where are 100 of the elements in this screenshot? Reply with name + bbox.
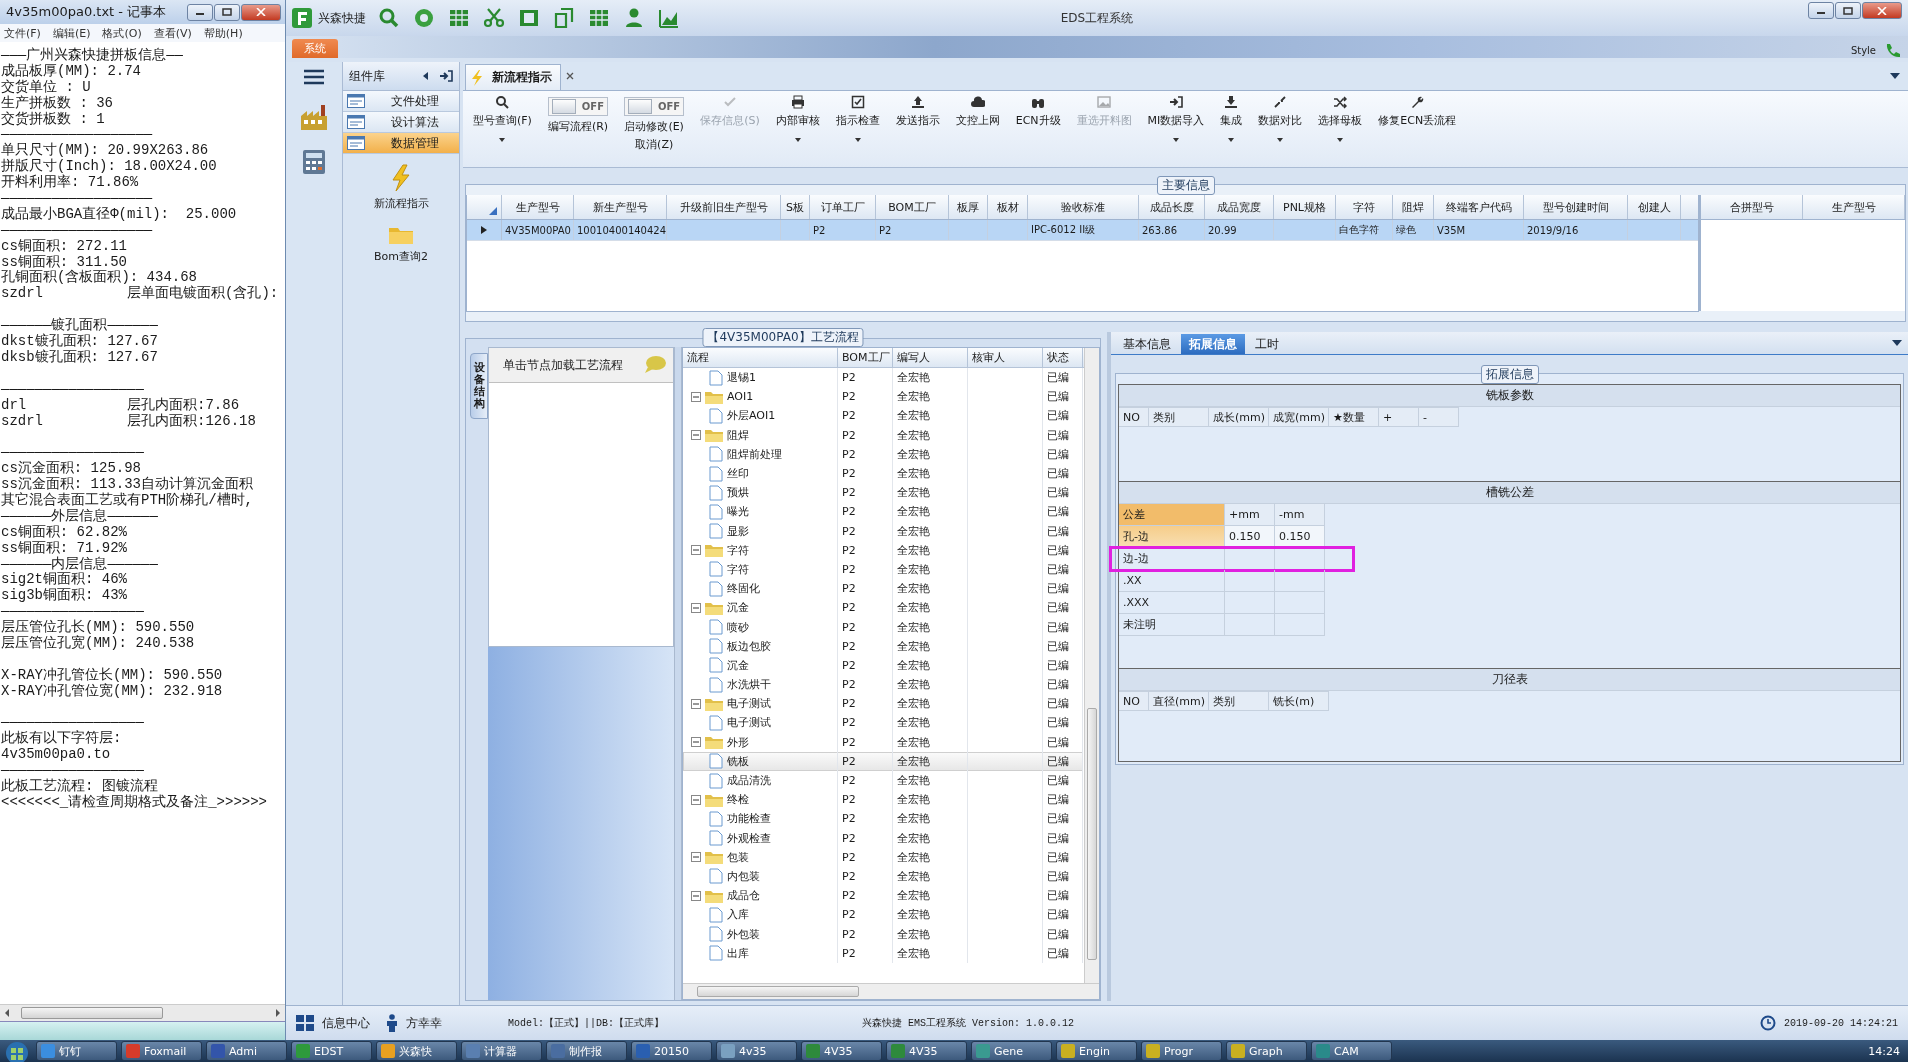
column-header[interactable]: 板材 <box>988 195 1028 219</box>
taskbar-button[interactable]: 制作报 <box>546 1041 627 1061</box>
maximize-button[interactable] <box>214 3 240 21</box>
menu-item[interactable]: 查看(V) <box>153 25 192 41</box>
tree-row[interactable]: 字符 P2 全宏艳 已编 <box>683 540 1083 560</box>
minimize-button[interactable] <box>1808 2 1834 19</box>
column-header[interactable]: 板厚 <box>949 195 988 219</box>
column-header[interactable]: 状态 <box>1043 348 1083 367</box>
toggle-switch[interactable]: OFF <box>624 97 685 116</box>
column-header[interactable]: 成宽(mm) <box>1269 407 1329 427</box>
taskbar-button[interactable]: 兴森快 <box>376 1041 457 1061</box>
toolbar-button[interactable]: 文控上网 <box>951 95 1004 128</box>
document-icon[interactable] <box>553 7 575 29</box>
menu-item[interactable]: 文件(F) <box>4 25 41 41</box>
column-header[interactable]: 验收标准 <box>1028 195 1139 219</box>
toolbar-button[interactable]: MI数据导入 <box>1143 95 1209 142</box>
column-header[interactable]: 铣长(m) <box>1269 691 1329 711</box>
column-header[interactable]: 类别 <box>1209 691 1269 711</box>
taskbar-button[interactable]: 4V35 <box>886 1041 967 1061</box>
row-header[interactable]: 未注明 <box>1119 614 1225 636</box>
status-text[interactable]: 信息中心 <box>322 1014 370 1032</box>
toolbar-button[interactable]: 内部审核 <box>771 95 824 142</box>
tree-row[interactable]: 丝印 P2 全宏艳 已编 <box>683 463 1083 484</box>
column-header[interactable]: 编写人 <box>893 348 968 367</box>
taskbar-button[interactable]: Gene <box>971 1041 1052 1061</box>
column-header[interactable]: NO <box>1119 691 1149 711</box>
collapse-icon[interactable] <box>421 71 429 81</box>
left-arrow-icon[interactable] <box>3 1008 11 1018</box>
toolbar-button[interactable]: 集成 <box>1216 95 1247 142</box>
column-header[interactable]: 订单工厂 <box>810 195 876 219</box>
collapse-toggle-icon[interactable] <box>691 698 701 709</box>
column-header[interactable]: 生产型号 <box>1803 195 1905 219</box>
column-header[interactable]: 成品宽度 <box>1205 195 1274 219</box>
menu-item[interactable]: 编辑(E) <box>52 25 91 41</box>
taskbar-button[interactable]: 4v35 <box>716 1041 797 1061</box>
row-header[interactable]: 边-边 <box>1119 548 1225 570</box>
menu-icon[interactable] <box>303 68 325 86</box>
column-header[interactable]: 类别 <box>1149 407 1209 427</box>
tree-row[interactable]: 沉金 P2 全宏艳 已编 <box>683 655 1083 675</box>
row-header[interactable]: 孔-边 <box>1119 526 1225 548</box>
tree-row[interactable]: 阻焊前处理 P2 全宏艳 已编 <box>683 444 1083 464</box>
search-icon[interactable] <box>378 7 400 29</box>
column-header[interactable]: 合拼型号 <box>1701 195 1803 219</box>
corner-triangle-icon[interactable] <box>489 207 497 215</box>
collapse-toggle-icon[interactable] <box>691 602 701 613</box>
tree-row[interactable]: 板边包胶 P2 全宏艳 已编 <box>683 636 1083 656</box>
column-header[interactable]: 新生产型号 <box>574 195 667 219</box>
collapse-toggle-icon[interactable] <box>691 737 701 748</box>
taskbar-button[interactable]: 20150 <box>631 1041 712 1061</box>
column-header[interactable]: 直径(mm) <box>1149 691 1209 711</box>
tree-row[interactable]: 阻焊 P2 全宏艳 已编 <box>683 425 1083 445</box>
column-header[interactable]: 成长(mm) <box>1209 407 1269 427</box>
collapse-toggle-icon[interactable] <box>691 545 701 556</box>
column-header[interactable]: 升级前旧生产型号 <box>667 195 781 219</box>
phone-icon[interactable] <box>1884 42 1900 58</box>
tree-row[interactable]: 喷砂 P2 全宏艳 已编 <box>683 617 1083 637</box>
close-button[interactable] <box>1862 2 1902 19</box>
column-header[interactable]: 生产型号 <box>502 195 574 219</box>
taskbar-button[interactable]: Foxmail <box>121 1041 202 1061</box>
calculator-icon[interactable] <box>300 148 328 176</box>
tree-row[interactable]: 电子测试 P2 全宏艳 已编 <box>683 694 1083 714</box>
taskbar-button[interactable]: Graph <box>1226 1041 1307 1061</box>
factory-icon[interactable] <box>299 102 329 132</box>
vertical-scrollbar[interactable] <box>1084 348 1099 983</box>
tree-row[interactable]: 沉金 P2 全宏艳 已编 <box>683 598 1083 618</box>
toolbar-button[interactable]: ECN升级 <box>1011 95 1065 128</box>
grid-icon[interactable] <box>448 7 470 29</box>
close-button[interactable] <box>241 3 281 21</box>
horizontal-scrollbar[interactable] <box>0 1004 285 1021</box>
vertical-tab[interactable]: 设备结构 <box>470 353 488 419</box>
component-item[interactable]: 数据管理 <box>343 133 459 154</box>
collapse-toggle-icon[interactable] <box>691 852 701 863</box>
table-row[interactable]: 4V35M00PA0 10010400140424 P2 P2 IPC-6012 II级 263.86 20.99 白色字符 绿色 V35M 2019/9/16 <box>467 220 1698 241</box>
grid-icon[interactable] <box>588 7 610 29</box>
column-header[interactable]: ★数量 <box>1329 407 1379 427</box>
tree-row[interactable]: 出库 P2 全宏艳 已编 <box>683 943 1083 963</box>
tab[interactable]: 工时 <box>1247 334 1287 354</box>
taskbar-button[interactable]: Admi <box>206 1041 287 1061</box>
column-header[interactable]: + <box>1379 407 1419 427</box>
toolbar-button[interactable]: 指示检查 <box>831 95 884 142</box>
scissors-icon[interactable] <box>483 7 505 29</box>
tree-row[interactable]: 铣板 P2 全宏艳 已编 <box>683 751 1083 771</box>
tree-row[interactable]: 预烘 P2 全宏艳 已编 <box>683 483 1083 503</box>
close-icon[interactable] <box>565 71 575 81</box>
tree-row[interactable]: 包装 P2 全宏艳 已编 <box>683 847 1083 867</box>
tree-row[interactable]: 入库 P2 全宏艳 已编 <box>683 905 1083 925</box>
tab[interactable]: 拓展信息 <box>1181 334 1245 354</box>
style-dropdown[interactable]: Style <box>1850 45 1876 56</box>
menu-item[interactable]: 帮助(H) <box>203 25 243 41</box>
column-header[interactable]: S板 <box>781 195 810 219</box>
collapse-toggle-icon[interactable] <box>691 794 701 805</box>
document-tab[interactable]: 新流程指示 <box>465 64 561 90</box>
column-header[interactable]: 流程 <box>683 348 838 367</box>
collapse-toggle-icon[interactable] <box>691 430 701 441</box>
toggle-switch[interactable]: OFF <box>548 97 609 116</box>
right-arrow-icon[interactable] <box>274 1008 282 1018</box>
tree-row[interactable]: 退锡1 P2 全宏艳 已编 <box>683 368 1083 388</box>
tree-row[interactable]: 终固化 P2 全宏艳 已编 <box>683 579 1083 599</box>
column-header[interactable]: 阻焊 <box>1393 195 1434 219</box>
caret-icon[interactable] <box>1892 340 1902 346</box>
